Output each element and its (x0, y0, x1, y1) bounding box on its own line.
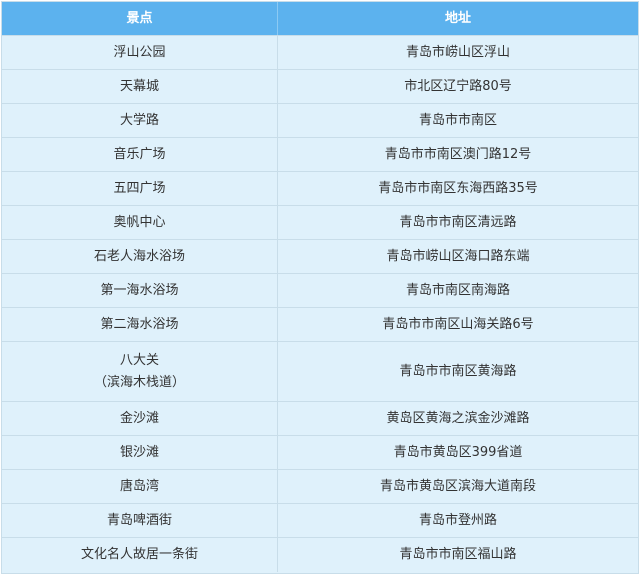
attraction-address-cell: 青岛市市南区澳门路12号 (384, 146, 532, 162)
table-row: 金沙滩 黄岛区黄海之滨金沙滩路 (2, 402, 638, 436)
attraction-name-cell: 青岛啤酒街 (2, 504, 278, 537)
attraction-address-cell: 青岛市登州路 (418, 512, 497, 528)
attraction-name-cell: 音乐广场 (2, 138, 278, 171)
attraction-name-cell: 石老人海水浴场 (2, 240, 278, 273)
column-header-address: 地址 (444, 10, 471, 26)
attraction-name-cell: 银沙滩 (2, 436, 278, 469)
attraction-address-cell: 青岛市市南区清远路 (399, 214, 517, 230)
attraction-name-lines: 八大关 （滨海木栈道） (94, 350, 185, 394)
table-row: 唐岛湾 青岛市黄岛区滨海大道南段 (2, 470, 638, 504)
table-row: 奥帆中心 青岛市市南区清远路 (2, 206, 638, 240)
attraction-name-cell: 浮山公园 (2, 36, 278, 69)
table-row: 音乐广场 青岛市市南区澳门路12号 (2, 138, 638, 172)
attraction-address-cell: 青岛市南区南海路 (405, 282, 510, 298)
table-row: 浮山公园 青岛市崂山区浮山 (2, 36, 638, 70)
table-row: 青岛啤酒街 青岛市登州路 (2, 504, 638, 538)
attraction-name-line2: （滨海木栈道） (93, 374, 185, 390)
attractions-table: 景点 地址 浮山公园 青岛市崂山区浮山 天幕城 市北区辽宁路80号 大学路 青岛… (1, 1, 639, 574)
attraction-address-cell: 青岛市黄岛区滨海大道南段 (379, 478, 536, 494)
table-row: 石老人海水浴场 青岛市崂山区海口路东端 (2, 240, 638, 274)
attraction-address-cell: 青岛市市南区东海西路35号 (378, 180, 538, 196)
table-header-row: 景点 地址 (2, 2, 638, 36)
attraction-address-cell: 黄岛区黄海之滨金沙滩路 (386, 410, 530, 426)
attraction-name-cell: 第二海水浴场 (2, 308, 278, 341)
attraction-address-cell: 青岛市黄岛区399省道 (393, 444, 523, 460)
attraction-name-cell: 文化名人故居一条街 (2, 538, 278, 572)
attraction-address-cell: 青岛市市南区山海关路6号 (382, 316, 534, 332)
attraction-name-cell: 唐岛湾 (2, 470, 278, 503)
table-row: 大学路 青岛市市南区 (2, 104, 638, 138)
attraction-name-cell: 天幕城 (2, 70, 278, 103)
attraction-address-cell: 青岛市崂山区浮山 (405, 44, 510, 60)
table-row: 第二海水浴场 青岛市市南区山海关路6号 (2, 308, 638, 342)
attraction-address-cell: 青岛市市南区黄海路 (399, 363, 517, 379)
attraction-name-cell: 大学路 (2, 104, 278, 137)
table-row: 银沙滩 青岛市黄岛区399省道 (2, 436, 638, 470)
attraction-address-cell: 青岛市市南区福山路 (399, 547, 517, 562)
table-row: 五四广场 青岛市市南区东海西路35号 (2, 172, 638, 206)
column-header-attraction: 景点 (2, 2, 278, 35)
attraction-name-cell: 奥帆中心 (2, 206, 278, 239)
table-row: 第一海水浴场 青岛市南区南海路 (2, 274, 638, 308)
attraction-address-cell: 青岛市崂山区海口路东端 (386, 248, 530, 264)
table-row: 八大关 （滨海木栈道） 青岛市市南区黄海路 (2, 342, 638, 402)
attraction-name-cell: 五四广场 (2, 172, 278, 205)
attraction-name-cell: 八大关 （滨海木栈道） (2, 342, 278, 401)
attraction-address-cell: 市北区辽宁路80号 (404, 78, 512, 94)
table-row: 天幕城 市北区辽宁路80号 (2, 70, 638, 104)
attraction-address-cell: 青岛市市南区 (418, 112, 497, 128)
table-row: 文化名人故居一条街 青岛市市南区福山路 (2, 538, 638, 572)
attraction-name-cell: 金沙滩 (2, 402, 278, 435)
attraction-name-cell: 第一海水浴场 (2, 274, 278, 307)
attraction-name-line1: 八大关 (119, 352, 159, 368)
